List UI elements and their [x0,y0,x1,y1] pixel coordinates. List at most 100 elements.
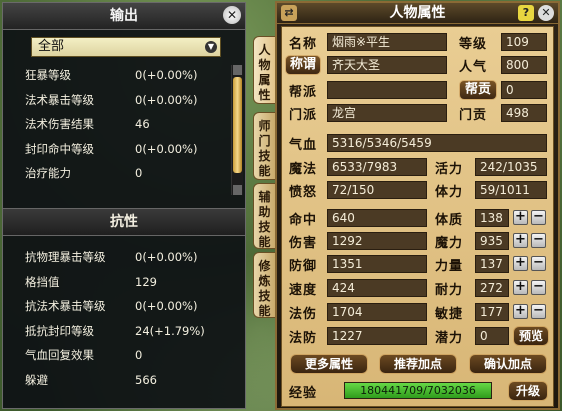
attributes-body: 名称 烟雨※平生 等级 109 称谓 齐天大圣 人气 800 帮派 帮贡 0 门… [281,26,554,407]
row-value: 0(+0.00%) [135,92,198,107]
name-field: 烟雨※平生 [327,33,447,51]
sect-contribution-field: 498 [501,104,547,122]
speed-field: 424 [327,279,427,297]
row-value: 0(+0.00%) [135,250,198,264]
output-rows: 狂暴等级 0(+0.00%) 法术暴击等级 0(+0.00%) 法术伤害结果 46 封… [3,63,229,186]
output-title: 输出 [110,8,138,24]
tab-assist-skills[interactable]: 辅助技能 [253,183,275,249]
gang-contribution-field: 0 [501,81,547,99]
tab-cultivation-skills[interactable]: 修炼技能 [253,252,275,318]
rage-field: 72/150 [327,181,427,199]
hit-label: 命中 [289,213,318,228]
swap-icon[interactable]: ⇄ [281,5,297,21]
speed-label: 速度 [289,283,318,298]
mp-label: 魔法 [289,162,318,177]
constitution-plus-button[interactable]: + [513,210,528,225]
endurance-plus-button[interactable]: + [513,280,528,295]
detail-attributes-panel: 输出 ✕ 全部 ▼ 狂暴等级 0(+0.00%) 法术暴击等级 0(+0.00%) … [2,2,246,409]
list-item: 抗物理暴击等级 0(+0.00%) [3,245,229,270]
agility-minus-button[interactable]: − [531,304,546,319]
close-icon[interactable]: ✕ [223,6,241,24]
popularity-label: 人气 [459,60,488,75]
agility-plus-button[interactable]: + [513,304,528,319]
magic-power-field: 935 [475,232,509,250]
hp-label: 气血 [289,138,318,153]
constitution-label: 体质 [435,213,464,228]
magic-damage-label: 法伤 [289,307,318,322]
constitution-minus-button[interactable]: − [531,210,546,225]
potential-label: 潜力 [435,331,464,346]
strength-label: 力量 [435,259,464,274]
magic-power-minus-button[interactable]: − [531,233,546,248]
row-value: 129 [135,274,157,289]
vigor-field: 242/1035 [475,158,547,176]
row-value: 24(+1.79%) [135,323,205,338]
close-icon[interactable]: ✕ [538,5,554,21]
title-field: 齐天大圣 [327,56,447,74]
list-item: 抵抗封印等级 24(+1.79%) [3,319,229,344]
recommend-points-button[interactable]: 推荐加点 [379,354,457,374]
stamina-field: 59/1011 [475,181,547,199]
level-field: 109 [501,33,547,51]
row-value: 0(+0.00%) [135,299,198,313]
list-item: 法术伤害结果 46 [3,112,229,137]
row-label: 狂暴等级 [25,68,71,82]
row-label: 躲避 [25,372,48,387]
scrollbar-thumb[interactable] [233,77,242,173]
help-icon[interactable]: ? [518,5,534,21]
experience-label: 经验 [289,386,318,401]
level-up-button[interactable]: 升级 [508,381,548,401]
tab-character-attributes[interactable]: 人物属性 [253,36,275,104]
character-attributes-window: ⇄ 人物属性 ? ✕ 名称 烟雨※平生 等级 109 称谓 齐天大圣 人气 80… [275,1,560,410]
defense-field: 1351 [327,255,427,273]
experience-bar: 180441709/7032036 [344,382,492,399]
row-label: 抵抗封印等级 [25,323,94,338]
row-label: 气血回复效果 [25,348,94,362]
list-item: 封印命中等级 0(+0.00%) [3,137,229,162]
scrollbar[interactable] [231,65,243,195]
endurance-minus-button[interactable]: − [531,280,546,295]
hp-field: 5316/5346/5459 [327,134,547,152]
sect-label: 门派 [289,108,318,123]
resist-title: 抗性 [110,214,138,230]
row-label: 抗物理暴击等级 [25,250,106,264]
list-item: 法术暴击等级 0(+0.00%) [3,88,229,113]
rage-label: 愤怒 [289,185,318,200]
list-item: 抗法术暴击等级 0(+0.00%) [3,294,229,319]
row-label: 法术伤害结果 [25,117,94,131]
dropdown-value: 全部 [38,39,65,54]
list-item: 气血回复效果 0 [3,343,229,368]
mp-field: 6533/7983 [327,158,427,176]
scroll-up-arrow-icon[interactable] [233,65,242,75]
strength-field: 137 [475,255,509,273]
stamina-label: 体力 [435,185,464,200]
tab-sect-skills[interactable]: 师门技能 [253,112,275,180]
level-label: 等级 [459,37,488,52]
row-value: 0(+0.00%) [135,68,198,82]
row-value: 46 [135,117,150,131]
list-item: 躲避 566 [3,368,229,393]
row-label: 封印命中等级 [25,141,94,156]
title-button[interactable]: 称谓 [285,55,321,75]
magic-power-plus-button[interactable]: + [513,233,528,248]
hit-field: 640 [327,209,427,227]
scroll-down-arrow-icon[interactable] [233,185,242,195]
more-attributes-button[interactable]: 更多属性 [290,354,368,374]
damage-field: 1292 [327,232,427,250]
row-label: 抗法术暴击等级 [25,299,106,313]
agility-field: 177 [475,303,509,321]
window-title-bar: ⇄ 人物属性 ? ✕ [277,3,558,24]
gang-contribution-button[interactable]: 帮贡 [459,80,497,100]
chevron-down-icon[interactable]: ▼ [205,41,217,53]
confirm-points-button[interactable]: 确认加点 [469,354,547,374]
preview-button[interactable]: 预览 [513,326,549,346]
damage-label: 伤害 [289,236,318,251]
category-dropdown[interactable]: 全部 ▼ [31,37,221,57]
strength-minus-button[interactable]: − [531,256,546,271]
row-value: 566 [135,372,157,387]
magic-power-label: 魔力 [435,236,464,251]
strength-plus-button[interactable]: + [513,256,528,271]
list-item: 格挡值 129 [3,270,229,295]
gang-field [327,81,447,99]
sect-contribution-label: 门贡 [459,108,488,123]
